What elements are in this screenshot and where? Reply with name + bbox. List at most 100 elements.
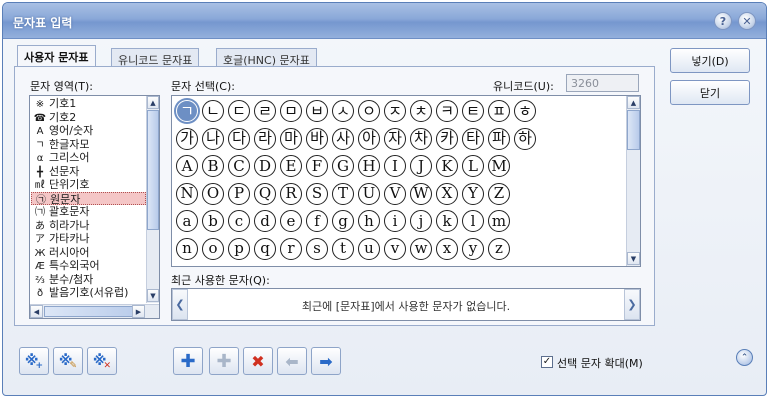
char-cell[interactable]: w (410, 237, 432, 260)
add-set-icon[interactable]: ※ + (19, 347, 49, 375)
char-cell[interactable]: E (280, 155, 302, 177)
char-cell[interactable]: p (228, 237, 250, 260)
char-cell[interactable]: ㅅ (332, 100, 354, 122)
char-cell[interactable]: 사 (332, 127, 354, 150)
char-cell[interactable]: m (488, 210, 510, 232)
grid-scroll-thumb[interactable] (627, 110, 640, 150)
char-cell[interactable]: I (384, 155, 406, 177)
scroll-right-icon[interactable]: ▶ (132, 305, 145, 318)
list-item[interactable]: ※ 기호1 (31, 97, 146, 110)
tab-hnc-chars[interactable]: 호글(HNC) 문자표 (216, 48, 317, 67)
list-item[interactable]: Ж 러시아어 (31, 246, 146, 259)
scroll-thumb[interactable] (147, 110, 159, 230)
char-grid[interactable]: ㄱㄴㄷㄹㅁㅂㅅㅇㅈㅊㅋㅌㅍㅎ 가나다라마바사아자차카타파하 ABCDEFGHIJKL… (171, 95, 641, 267)
list-item[interactable]: あ 히라가나 (31, 219, 146, 232)
char-cell[interactable]: ㅇ (358, 100, 380, 122)
list-item[interactable]: ㉠ 원문자 (31, 191, 146, 205)
char-cell[interactable]: r (280, 237, 302, 260)
char-cell[interactable]: q (254, 237, 276, 260)
char-cell[interactable]: ㅍ (488, 100, 510, 122)
list-item[interactable]: Æ 특수외국어 (31, 259, 146, 272)
arrow-right-icon[interactable]: ➡ (311, 347, 341, 375)
char-cell[interactable]: P (228, 182, 250, 205)
char-cell[interactable]: v (384, 237, 406, 260)
char-cell[interactable]: ㅂ (306, 100, 328, 122)
char-cell[interactable]: K (436, 155, 458, 177)
char-cell[interactable]: C (228, 155, 250, 177)
char-cell[interactable]: D (254, 155, 276, 177)
char-cell[interactable]: 다 (228, 127, 250, 150)
collapse-icon[interactable]: ⌃ (736, 349, 753, 366)
delete-set-icon[interactable]: ※ ✕ (87, 347, 117, 375)
list-hscroll[interactable]: ◀ ▶ (30, 304, 159, 318)
char-cell[interactable]: ㅌ (462, 100, 484, 122)
help-icon[interactable]: ? (714, 12, 732, 30)
scroll-left-icon[interactable]: ◀ (30, 305, 43, 318)
char-cell[interactable]: ㄹ (254, 100, 276, 122)
char-cell[interactable]: a (176, 210, 198, 232)
char-cell[interactable]: M (488, 155, 510, 177)
char-cell[interactable]: Z (488, 182, 510, 205)
char-cell[interactable]: 파 (488, 127, 510, 150)
char-cell[interactable]: S (306, 182, 328, 205)
scroll-down-icon[interactable]: ▼ (147, 289, 159, 302)
char-cell[interactable]: b (202, 210, 224, 232)
char-cell[interactable]: U (358, 182, 380, 205)
char-cell[interactable]: 타 (462, 127, 484, 150)
list-item[interactable]: ⅔ 분수/첨자 (31, 273, 146, 286)
list-item[interactable]: ð 발음기호(서유럽) (31, 286, 146, 299)
char-cell[interactable]: F (306, 155, 328, 177)
char-cell[interactable]: ㅊ (410, 100, 432, 122)
char-cell[interactable]: h (358, 210, 380, 232)
char-cell[interactable]: B (202, 155, 224, 177)
edit-set-icon[interactable]: ※ ✎ (53, 347, 83, 375)
unicode-field[interactable]: 3260 (566, 74, 639, 92)
char-cell[interactable]: Y (462, 182, 484, 205)
char-cell[interactable]: s (306, 237, 328, 260)
char-cell[interactable]: ㄷ (228, 100, 250, 122)
char-cell[interactable]: n (176, 237, 198, 260)
char-cell[interactable]: 가 (176, 127, 198, 150)
char-cell[interactable]: G (332, 155, 354, 177)
char-cell[interactable]: A (176, 155, 198, 177)
char-cell[interactable]: ㄱ (176, 100, 198, 122)
list-vscroll[interactable]: ▲ ▼ (146, 96, 159, 303)
char-cell[interactable]: j (410, 210, 432, 232)
char-cell[interactable]: Q (254, 182, 276, 205)
char-cell[interactable]: t (332, 237, 354, 260)
list-item[interactable]: ア 가타카나 (31, 232, 146, 245)
char-cell[interactable]: z (488, 237, 510, 260)
char-cell[interactable]: g (332, 210, 354, 232)
char-cell[interactable]: 아 (358, 127, 380, 150)
recent-right-icon[interactable]: ❯ (624, 289, 640, 320)
char-cell[interactable]: o (202, 237, 224, 260)
char-cell[interactable]: ㄴ (202, 100, 224, 122)
char-cell[interactable]: i (384, 210, 406, 232)
category-list[interactable]: ※ 기호1 ☎ 기호2 A 영어/숫자 ㄱ 한글자모 α 그리스어 ╋ 선문자 ㎖ 단위기호 ㉠ 원문자 ㈀ 괄호… (29, 95, 160, 319)
char-cell[interactable]: k (436, 210, 458, 232)
char-cell[interactable]: H (358, 155, 380, 177)
char-cell[interactable]: c (228, 210, 250, 232)
char-cell[interactable]: ㅈ (384, 100, 406, 122)
add-icon[interactable]: ✚ (173, 347, 203, 375)
char-cell[interactable]: J (410, 155, 432, 177)
char-cell[interactable]: W (410, 182, 432, 205)
list-item[interactable]: ㄱ 한글자모 (31, 138, 146, 151)
grid-scroll-up-icon[interactable]: ▲ (627, 96, 640, 109)
close-icon[interactable]: ✕ (738, 12, 756, 30)
char-cell[interactable]: 마 (280, 127, 302, 150)
hscroll-thumb[interactable] (44, 306, 142, 317)
grid-scroll-down-icon[interactable]: ▼ (627, 252, 640, 265)
list-item[interactable]: ㎖ 단위기호 (31, 178, 146, 191)
char-cell[interactable]: 차 (410, 127, 432, 150)
char-cell[interactable]: T (332, 182, 354, 205)
char-cell[interactable]: l (462, 210, 484, 232)
char-cell[interactable]: y (462, 237, 484, 260)
tab-unicode-chars[interactable]: 유니코드 문자표 (111, 48, 200, 67)
delete-icon[interactable]: ✖ (243, 347, 273, 375)
char-cell[interactable]: R (280, 182, 302, 205)
char-cell[interactable]: e (280, 210, 302, 232)
expand-checkbox[interactable]: ✓ (541, 356, 553, 368)
list-item[interactable]: ㈀ 괄호문자 (31, 205, 146, 218)
grid-vscroll[interactable]: ▲ ▼ (626, 96, 640, 266)
